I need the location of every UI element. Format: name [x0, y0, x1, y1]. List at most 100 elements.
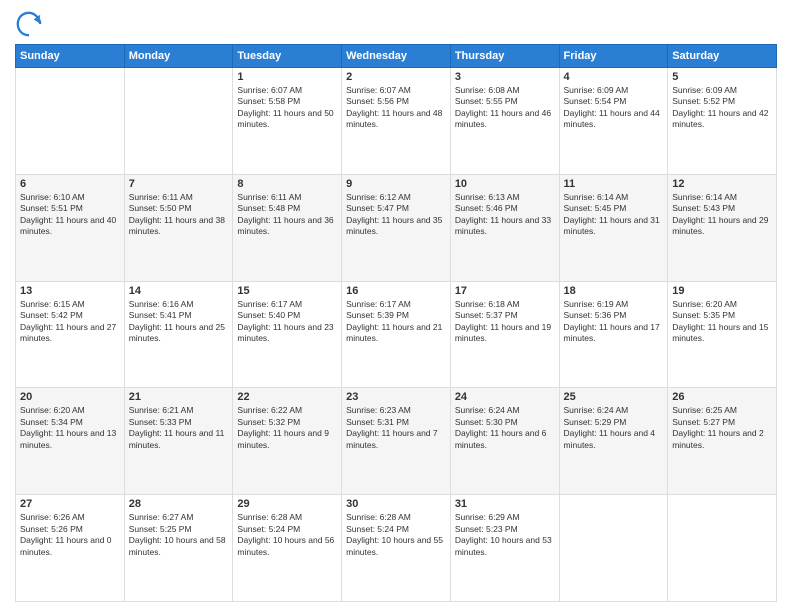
day-number: 11 — [564, 178, 664, 190]
day-number: 28 — [129, 498, 229, 510]
day-content: Sunrise: 6:26 AMSunset: 5:26 PMDaylight:… — [20, 512, 120, 558]
day-number: 3 — [455, 71, 555, 83]
calendar-cell: 2 Sunrise: 6:07 AMSunset: 5:56 PMDaylight… — [342, 68, 451, 175]
calendar-cell: 24Sunrise: 6:24 AMSunset: 5:30 PMDayligh… — [450, 388, 559, 495]
day-number: 4 — [564, 71, 664, 83]
calendar-cell: 25 Sunrise: 6:24 AMSunset: 5:29 PMDayligh… — [559, 388, 668, 495]
weekday-header: Wednesday — [342, 45, 451, 68]
day-number: 20 — [20, 391, 120, 403]
calendar-cell: 9Sunrise: 6:12 AMSunset: 5:47 PMDaylight… — [342, 174, 451, 281]
calendar-cell: 30 Sunrise: 6:28 AMSunset: 5:24 PMDayligh… — [342, 495, 451, 602]
day-number: 6 — [20, 178, 120, 190]
day-content: Sunrise: 6:15 AMSunset: 5:42 PMDaylight:… — [20, 299, 120, 345]
day-content: Sunrise: 6:18 AMSunset: 5:37 PMDaylight:… — [455, 299, 555, 345]
calendar-cell: 20Sunrise: 6:20 AMSunset: 5:34 PMDayligh… — [16, 388, 125, 495]
calendar-cell: 14Sunrise: 6:16 AMSunset: 5:41 PMDayligh… — [124, 281, 233, 388]
day-content: Sunrise: 6:11 AMSunset: 5:48 PMDaylight:… — [237, 192, 337, 238]
calendar-cell: 16Sunrise: 6:17 AMSunset: 5:39 PMDayligh… — [342, 281, 451, 388]
calendar-cell: 22 Sunrise: 6:22 AMSunset: 5:32 PMDayligh… — [233, 388, 342, 495]
calendar-cell: 15Sunrise: 6:17 AMSunset: 5:40 PMDayligh… — [233, 281, 342, 388]
day-content: Sunrise: 6:07 AMSunset: 5:58 PMDaylight:… — [237, 85, 337, 131]
day-number: 26 — [672, 391, 772, 403]
calendar-cell: 10 Sunrise: 6:13 AMSunset: 5:46 PMDayligh… — [450, 174, 559, 281]
weekday-header: Sunday — [16, 45, 125, 68]
calendar-header: SundayMondayTuesdayWednesdayThursdayFrid… — [16, 45, 777, 68]
logo — [15, 10, 47, 38]
day-number: 17 — [455, 285, 555, 297]
day-content: Sunrise: 6:24 AMSunset: 5:29 PMDaylight:… — [564, 405, 664, 451]
day-content: Sunrise: 6:25 AMSunset: 5:27 PMDaylight:… — [672, 405, 772, 451]
calendar-cell: 1 Sunrise: 6:07 AMSunset: 5:58 PMDaylight… — [233, 68, 342, 175]
calendar-cell: 21 Sunrise: 6:21 AMSunset: 5:33 PMDayligh… — [124, 388, 233, 495]
day-number: 21 — [129, 391, 229, 403]
weekday-row: SundayMondayTuesdayWednesdayThursdayFrid… — [16, 45, 777, 68]
calendar-cell: 8 Sunrise: 6:11 AMSunset: 5:48 PMDaylight… — [233, 174, 342, 281]
day-number: 23 — [346, 391, 446, 403]
calendar-week: 20Sunrise: 6:20 AMSunset: 5:34 PMDayligh… — [16, 388, 777, 495]
day-number: 5 — [672, 71, 772, 83]
calendar-cell: 7 Sunrise: 6:11 AMSunset: 5:50 PMDaylight… — [124, 174, 233, 281]
calendar-cell — [124, 68, 233, 175]
weekday-header: Friday — [559, 45, 668, 68]
day-content: Sunrise: 6:21 AMSunset: 5:33 PMDaylight:… — [129, 405, 229, 451]
calendar-cell: 4 Sunrise: 6:09 AMSunset: 5:54 PMDaylight… — [559, 68, 668, 175]
day-content: Sunrise: 6:09 AMSunset: 5:52 PMDaylight:… — [672, 85, 772, 131]
day-content: Sunrise: 6:20 AMSunset: 5:35 PMDaylight:… — [672, 299, 772, 345]
calendar-week: 6 Sunrise: 6:10 AMSunset: 5:51 PMDaylight… — [16, 174, 777, 281]
weekday-header: Tuesday — [233, 45, 342, 68]
day-content: Sunrise: 6:29 AMSunset: 5:23 PMDaylight:… — [455, 512, 555, 558]
calendar: SundayMondayTuesdayWednesdayThursdayFrid… — [15, 44, 777, 602]
calendar-cell: 29Sunrise: 6:28 AMSunset: 5:24 PMDayligh… — [233, 495, 342, 602]
day-number: 13 — [20, 285, 120, 297]
calendar-cell — [16, 68, 125, 175]
header — [15, 10, 777, 38]
day-content: Sunrise: 6:28 AMSunset: 5:24 PMDaylight:… — [237, 512, 337, 558]
day-content: Sunrise: 6:23 AMSunset: 5:31 PMDaylight:… — [346, 405, 446, 451]
day-number: 18 — [564, 285, 664, 297]
day-content: Sunrise: 6:08 AMSunset: 5:55 PMDaylight:… — [455, 85, 555, 131]
calendar-week: 1 Sunrise: 6:07 AMSunset: 5:58 PMDaylight… — [16, 68, 777, 175]
day-content: Sunrise: 6:24 AMSunset: 5:30 PMDaylight:… — [455, 405, 555, 451]
calendar-week: 27 Sunrise: 6:26 AMSunset: 5:26 PMDayligh… — [16, 495, 777, 602]
calendar-cell: 5 Sunrise: 6:09 AMSunset: 5:52 PMDaylight… — [668, 68, 777, 175]
calendar-cell: 19Sunrise: 6:20 AMSunset: 5:35 PMDayligh… — [668, 281, 777, 388]
day-number: 31 — [455, 498, 555, 510]
day-content: Sunrise: 6:27 AMSunset: 5:25 PMDaylight:… — [129, 512, 229, 558]
day-number: 1 — [237, 71, 337, 83]
day-content: Sunrise: 6:28 AMSunset: 5:24 PMDaylight:… — [346, 512, 446, 558]
calendar-cell — [668, 495, 777, 602]
weekday-header: Monday — [124, 45, 233, 68]
day-number: 22 — [237, 391, 337, 403]
day-number: 2 — [346, 71, 446, 83]
logo-icon — [15, 10, 43, 38]
day-number: 25 — [564, 391, 664, 403]
day-content: Sunrise: 6:07 AMSunset: 5:56 PMDaylight:… — [346, 85, 446, 131]
day-number: 14 — [129, 285, 229, 297]
calendar-cell — [559, 495, 668, 602]
day-number: 30 — [346, 498, 446, 510]
day-number: 10 — [455, 178, 555, 190]
weekday-header: Saturday — [668, 45, 777, 68]
day-content: Sunrise: 6:14 AMSunset: 5:45 PMDaylight:… — [564, 192, 664, 238]
day-number: 8 — [237, 178, 337, 190]
calendar-week: 13 Sunrise: 6:15 AMSunset: 5:42 PMDayligh… — [16, 281, 777, 388]
page: SundayMondayTuesdayWednesdayThursdayFrid… — [0, 0, 792, 612]
day-content: Sunrise: 6:14 AMSunset: 5:43 PMDaylight:… — [672, 192, 772, 238]
day-number: 15 — [237, 285, 337, 297]
day-content: Sunrise: 6:10 AMSunset: 5:51 PMDaylight:… — [20, 192, 120, 238]
calendar-cell: 11 Sunrise: 6:14 AMSunset: 5:45 PMDayligh… — [559, 174, 668, 281]
day-content: Sunrise: 6:13 AMSunset: 5:46 PMDaylight:… — [455, 192, 555, 238]
day-content: Sunrise: 6:11 AMSunset: 5:50 PMDaylight:… — [129, 192, 229, 238]
day-content: Sunrise: 6:17 AMSunset: 5:39 PMDaylight:… — [346, 299, 446, 345]
day-number: 27 — [20, 498, 120, 510]
day-number: 7 — [129, 178, 229, 190]
calendar-cell: 3 Sunrise: 6:08 AMSunset: 5:55 PMDaylight… — [450, 68, 559, 175]
calendar-cell: 31 Sunrise: 6:29 AMSunset: 5:23 PMDayligh… — [450, 495, 559, 602]
day-content: Sunrise: 6:22 AMSunset: 5:32 PMDaylight:… — [237, 405, 337, 451]
calendar-cell: 13 Sunrise: 6:15 AMSunset: 5:42 PMDayligh… — [16, 281, 125, 388]
weekday-header: Thursday — [450, 45, 559, 68]
day-content: Sunrise: 6:09 AMSunset: 5:54 PMDaylight:… — [564, 85, 664, 131]
calendar-cell: 12Sunrise: 6:14 AMSunset: 5:43 PMDayligh… — [668, 174, 777, 281]
day-content: Sunrise: 6:12 AMSunset: 5:47 PMDaylight:… — [346, 192, 446, 238]
calendar-cell: 6 Sunrise: 6:10 AMSunset: 5:51 PMDaylight… — [16, 174, 125, 281]
